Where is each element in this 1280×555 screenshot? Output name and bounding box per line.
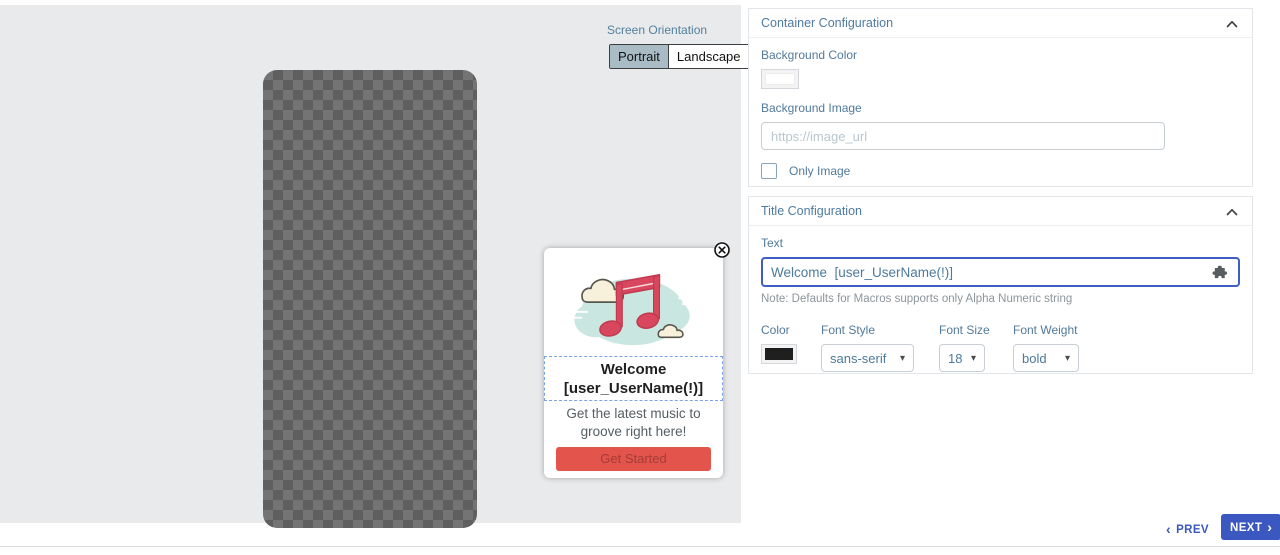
inapp-message-card: Welcome [user_UserName(!)] Get the lates… [544,242,730,478]
title-color-swatch[interactable] [761,344,797,364]
chevron-up-icon[interactable] [1226,208,1238,216]
background-image-label: Background Image [761,101,862,115]
container-configuration-title: Container Configuration [761,16,894,30]
only-image-checkbox[interactable] [761,163,777,179]
color-label: Color [761,323,790,337]
preview-title-line2: [user_UserName(!)] [563,380,704,397]
orientation-landscape-button[interactable]: Landscape [668,45,749,68]
orientation-portrait-button[interactable]: Portrait [610,45,669,68]
font-style-select[interactable]: sans-serif ▾ [821,344,914,372]
preview-title-selected[interactable]: Welcome [user_UserName(!)] [544,356,723,401]
title-text-input[interactable] [763,259,1202,285]
close-icon[interactable] [714,242,730,258]
chevron-left-icon: ‹ [1166,521,1172,537]
prev-button[interactable]: ‹ PREV [1166,521,1209,537]
preview-title-line1: Welcome [600,361,667,378]
font-weight-select[interactable]: bold ▾ [1013,344,1079,372]
title-configuration-panel: Title Configuration Text Note: Defaults … [748,196,1253,374]
chevron-up-icon[interactable] [1226,20,1238,28]
screen-orientation-label: Screen Orientation [607,23,708,37]
music-illustration [569,273,694,346]
caret-down-icon: ▾ [899,352,905,364]
message-builder-page: Screen Orientation Portrait Landscape We… [0,0,1280,555]
font-size-select[interactable]: 18 ▾ [939,344,985,372]
font-style-label: Font Style [821,323,876,337]
caret-down-icon: ▾ [970,352,976,364]
background-image-input[interactable] [761,122,1165,150]
text-label: Text [761,236,784,250]
preview-canvas: Screen Orientation Portrait Landscape We… [0,5,750,528]
font-weight-label: Font Weight [1013,323,1078,337]
macro-puzzle-icon[interactable] [1212,264,1229,281]
container-configuration-panel: Container Configuration Background Color… [748,8,1253,187]
font-size-label: Font Size [939,323,990,337]
chevron-right-icon: › [1267,519,1273,535]
preview-cta-button[interactable]: Get Started [556,447,711,471]
title-text-field [761,257,1240,287]
background-color-label: Background Color [761,48,858,62]
next-button[interactable]: NEXT › [1221,514,1280,540]
background-color-swatch[interactable] [761,69,799,89]
title-configuration-title: Title Configuration [761,204,862,218]
macro-note: Note: Defaults for Macros supports only … [761,293,1073,305]
only-image-label: Only Image [789,164,851,178]
bottom-divider [0,546,1280,547]
phone-preview: Welcome [user_UserName(!)] Get the lates… [263,70,730,528]
preview-body-text: Get the latest music to groove right her… [566,406,701,439]
caret-down-icon: ▾ [1064,352,1070,364]
orientation-toggle: Portrait Landscape [609,44,750,69]
